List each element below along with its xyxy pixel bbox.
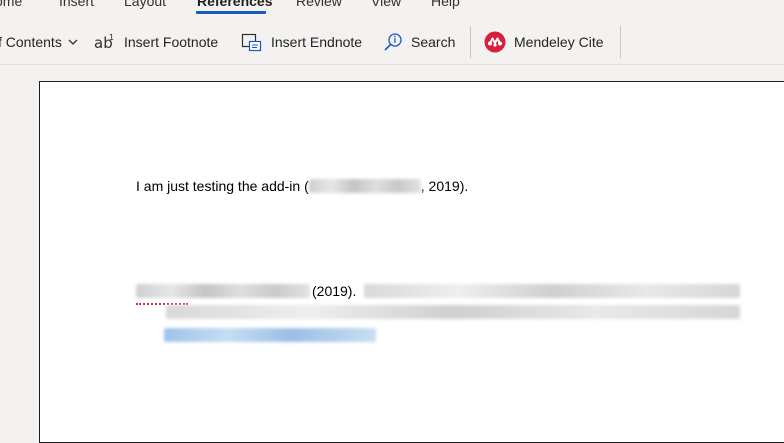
redacted-ref-authors (136, 284, 310, 298)
ribbon-toolbar: f Contents ab 1 Insert Footnote Insert E… (0, 14, 784, 65)
ribbon-tab-bar: ome Insert Layout References Review View… (0, 0, 784, 14)
ribbon-separator (620, 26, 621, 58)
citation-sentence: I am just testing the add-in ( , 2019). (136, 178, 468, 194)
redacted-ref-title (364, 284, 741, 298)
search-label: Search (411, 34, 456, 50)
tab-insert[interactable]: Insert (59, 0, 94, 9)
ref-year: (2019). (312, 283, 357, 299)
table-of-contents-button[interactable]: f Contents (0, 28, 78, 56)
mendeley-logo-icon (484, 31, 506, 53)
search-icon (383, 32, 403, 52)
insert-footnote-label: Insert Footnote (124, 34, 219, 50)
insert-endnote-button[interactable]: Insert Endnote (241, 28, 362, 56)
tab-references[interactable]: References (197, 0, 273, 9)
toc-label: f Contents (0, 34, 62, 50)
tab-view[interactable]: View (371, 0, 401, 9)
sentence-text: I am just testing the add-in ( (136, 178, 309, 194)
mendeley-cite-button[interactable]: Mendeley Cite (484, 28, 604, 56)
search-button[interactable]: Search (383, 28, 455, 56)
tab-review[interactable]: Review (296, 0, 342, 9)
tab-layout[interactable]: Layout (124, 0, 166, 9)
redacted-ref-source (166, 305, 740, 319)
bibliography-entry-link (164, 328, 376, 347)
redacted-author (308, 179, 421, 193)
bibliography-entry: (2019). (136, 283, 741, 299)
ribbon-separator (470, 26, 471, 58)
mendeley-cite-label: Mendeley Cite (514, 34, 604, 50)
insert-footnote-button[interactable]: ab 1 Insert Footnote (94, 28, 218, 56)
endnote-icon (241, 32, 263, 52)
document-canvas: I am just testing the add-in ( , 2019). … (0, 65, 784, 443)
redacted-ref-url[interactable] (164, 328, 376, 342)
document-page[interactable]: I am just testing the add-in ( , 2019). … (39, 81, 784, 443)
citation-year: , 2019). (420, 178, 469, 194)
insert-endnote-label: Insert Endnote (271, 34, 363, 50)
bibliography-entry-cont (166, 305, 740, 324)
tab-home[interactable]: ome (0, 0, 22, 9)
tab-help[interactable]: Help (431, 0, 460, 9)
chevron-down-icon (68, 39, 78, 46)
svg-text:1: 1 (109, 33, 114, 42)
footnote-icon: ab 1 (94, 32, 116, 52)
